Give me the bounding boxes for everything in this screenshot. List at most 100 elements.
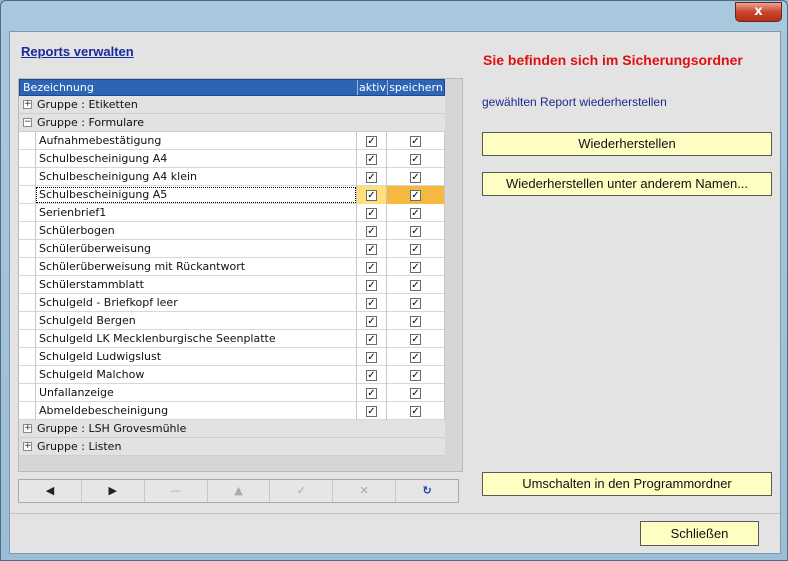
speichern-checkbox[interactable]: ✓: [410, 243, 421, 255]
report-row[interactable]: Schülerbogen ✓ ✓: [19, 222, 445, 240]
speichern-cell: ✓: [387, 384, 445, 402]
speichern-checkbox[interactable]: ✓: [410, 333, 421, 345]
restore-as-button[interactable]: Wiederherstellen unter anderem Namen...: [482, 172, 772, 196]
speichern-checkbox[interactable]: ✓: [410, 369, 421, 381]
report-name[interactable]: Serienbrief1: [35, 204, 357, 222]
report-row[interactable]: Schulbescheinigung A4 klein ✓ ✓: [19, 168, 445, 186]
aktiv-checkbox[interactable]: ✓: [366, 135, 377, 147]
aktiv-checkbox[interactable]: ✓: [366, 369, 377, 381]
report-row[interactable]: Schulgeld LK Mecklenburgische Seenplatte…: [19, 330, 445, 348]
nav-prior-button[interactable]: ◀: [19, 480, 82, 502]
speichern-checkbox[interactable]: ✓: [410, 315, 421, 327]
report-row[interactable]: Schulgeld Bergen ✓ ✓: [19, 312, 445, 330]
report-name[interactable]: Schulgeld Bergen: [35, 312, 357, 330]
aktiv-checkbox[interactable]: ✓: [366, 225, 377, 237]
report-row[interactable]: Schulgeld Ludwigslust ✓ ✓: [19, 348, 445, 366]
speichern-checkbox[interactable]: ✓: [410, 297, 421, 309]
dialog-window: x Reports verwalten Bezeichnung aktiv sp…: [0, 0, 788, 561]
speichern-checkbox[interactable]: ✓: [410, 135, 421, 147]
report-name[interactable]: Unfallanzeige: [35, 384, 357, 402]
aktiv-checkbox[interactable]: ✓: [366, 351, 377, 363]
aktiv-checkbox[interactable]: ✓: [366, 405, 377, 417]
report-name[interactable]: Schülerbogen: [35, 222, 357, 240]
report-row[interactable]: Schulgeld Malchow ✓ ✓: [19, 366, 445, 384]
report-row[interactable]: Schulbescheinigung A5 ✓ ✓: [19, 186, 445, 204]
close-button[interactable]: Schließen: [640, 521, 759, 546]
restore-hint-label: gewählten Report wiederherstellen: [482, 95, 667, 109]
report-name[interactable]: Schulgeld Ludwigslust: [35, 348, 357, 366]
speichern-checkbox[interactable]: ✓: [410, 387, 421, 399]
expand-icon[interactable]: +: [23, 442, 32, 451]
switch-folder-button[interactable]: Umschalten in den Programmordner: [482, 472, 772, 496]
column-header-bezeichnung[interactable]: Bezeichnung: [20, 80, 358, 95]
collapse-icon[interactable]: −: [23, 118, 32, 127]
speichern-checkbox[interactable]: ✓: [410, 351, 421, 363]
window-close-button[interactable]: x: [735, 2, 782, 22]
restore-button[interactable]: Wiederherstellen: [482, 132, 772, 156]
aktiv-checkbox[interactable]: ✓: [366, 297, 377, 309]
speichern-cell: ✓: [387, 240, 445, 258]
report-row[interactable]: Schülerüberweisung ✓ ✓: [19, 240, 445, 258]
report-name[interactable]: Schülerüberweisung: [35, 240, 357, 258]
nav-post-button[interactable]: ✓: [270, 480, 334, 502]
speichern-checkbox[interactable]: ✓: [410, 153, 421, 165]
speichern-checkbox[interactable]: ✓: [410, 225, 421, 237]
nav-cancel-button[interactable]: ✕: [333, 480, 397, 502]
group-row[interactable]: + Gruppe : LSH Grovesmühle: [19, 420, 445, 438]
report-row[interactable]: Schülerüberweisung mit Rückantwort ✓ ✓: [19, 258, 445, 276]
column-header-aktiv[interactable]: aktiv: [358, 80, 388, 95]
aktiv-cell: ✓: [357, 258, 387, 276]
report-row[interactable]: Schülerstammblatt ✓ ✓: [19, 276, 445, 294]
aktiv-checkbox[interactable]: ✓: [366, 171, 377, 183]
report-name[interactable]: Schulbescheinigung A4: [35, 150, 357, 168]
speichern-checkbox[interactable]: ✓: [410, 189, 421, 201]
expand-icon[interactable]: +: [23, 424, 32, 433]
aktiv-checkbox[interactable]: ✓: [366, 189, 377, 201]
speichern-checkbox[interactable]: ✓: [410, 261, 421, 273]
aktiv-checkbox[interactable]: ✓: [366, 387, 377, 399]
column-header-speichern[interactable]: speichern: [388, 80, 444, 95]
nav-refresh-button[interactable]: ↻: [396, 480, 458, 502]
nav-up-button[interactable]: ▲: [208, 480, 271, 502]
aktiv-checkbox[interactable]: ✓: [366, 315, 377, 327]
report-row[interactable]: Serienbrief1 ✓ ✓: [19, 204, 445, 222]
report-row[interactable]: Aufnahmebestätigung ✓ ✓: [19, 132, 445, 150]
speichern-checkbox[interactable]: ✓: [410, 171, 421, 183]
report-row[interactable]: Schulgeld - Briefkopf leer ✓ ✓: [19, 294, 445, 312]
speichern-cell: ✓: [387, 150, 445, 168]
aktiv-cell: ✓: [357, 276, 387, 294]
speichern-checkbox[interactable]: ✓: [410, 207, 421, 219]
aktiv-cell: ✓: [357, 204, 387, 222]
group-row[interactable]: + Gruppe : Etiketten: [19, 96, 445, 114]
aktiv-checkbox[interactable]: ✓: [366, 261, 377, 273]
page-title[interactable]: Reports verwalten: [21, 44, 134, 59]
report-row[interactable]: Abmeldebescheinigung ✓ ✓: [19, 402, 445, 420]
expand-icon[interactable]: +: [23, 100, 32, 109]
report-row[interactable]: Unfallanzeige ✓ ✓: [19, 384, 445, 402]
report-row[interactable]: Schulbescheinigung A4 ✓ ✓: [19, 150, 445, 168]
report-name[interactable]: Aufnahmebestätigung: [35, 132, 357, 150]
report-name[interactable]: Schulgeld Malchow: [35, 366, 357, 384]
aktiv-checkbox[interactable]: ✓: [366, 279, 377, 291]
aktiv-checkbox[interactable]: ✓: [366, 207, 377, 219]
report-name[interactable]: Schulgeld - Briefkopf leer: [35, 294, 357, 312]
nav-delete-button[interactable]: —: [145, 480, 208, 502]
report-name[interactable]: Schülerstammblatt: [35, 276, 357, 294]
group-label: Gruppe : Formulare: [37, 116, 144, 129]
nav-next-button[interactable]: ▶: [82, 480, 145, 502]
speichern-cell: ✓: [387, 222, 445, 240]
aktiv-checkbox[interactable]: ✓: [366, 153, 377, 165]
group-row[interactable]: + Gruppe : Listen: [19, 438, 445, 456]
report-name[interactable]: Abmeldebescheinigung: [35, 402, 357, 420]
speichern-checkbox[interactable]: ✓: [410, 279, 421, 291]
report-name[interactable]: Schulbescheinigung A4 klein: [35, 168, 357, 186]
aktiv-checkbox[interactable]: ✓: [366, 333, 377, 345]
report-name[interactable]: Schulbescheinigung A5: [35, 186, 357, 204]
speichern-checkbox[interactable]: ✓: [410, 405, 421, 417]
group-row[interactable]: − Gruppe : Formulare: [19, 114, 445, 132]
report-name[interactable]: Schülerüberweisung mit Rückantwort: [35, 258, 357, 276]
aktiv-cell: ✓: [357, 384, 387, 402]
report-name[interactable]: Schulgeld LK Mecklenburgische Seenplatte: [35, 330, 357, 348]
aktiv-checkbox[interactable]: ✓: [366, 243, 377, 255]
footer-divider: [10, 513, 780, 514]
